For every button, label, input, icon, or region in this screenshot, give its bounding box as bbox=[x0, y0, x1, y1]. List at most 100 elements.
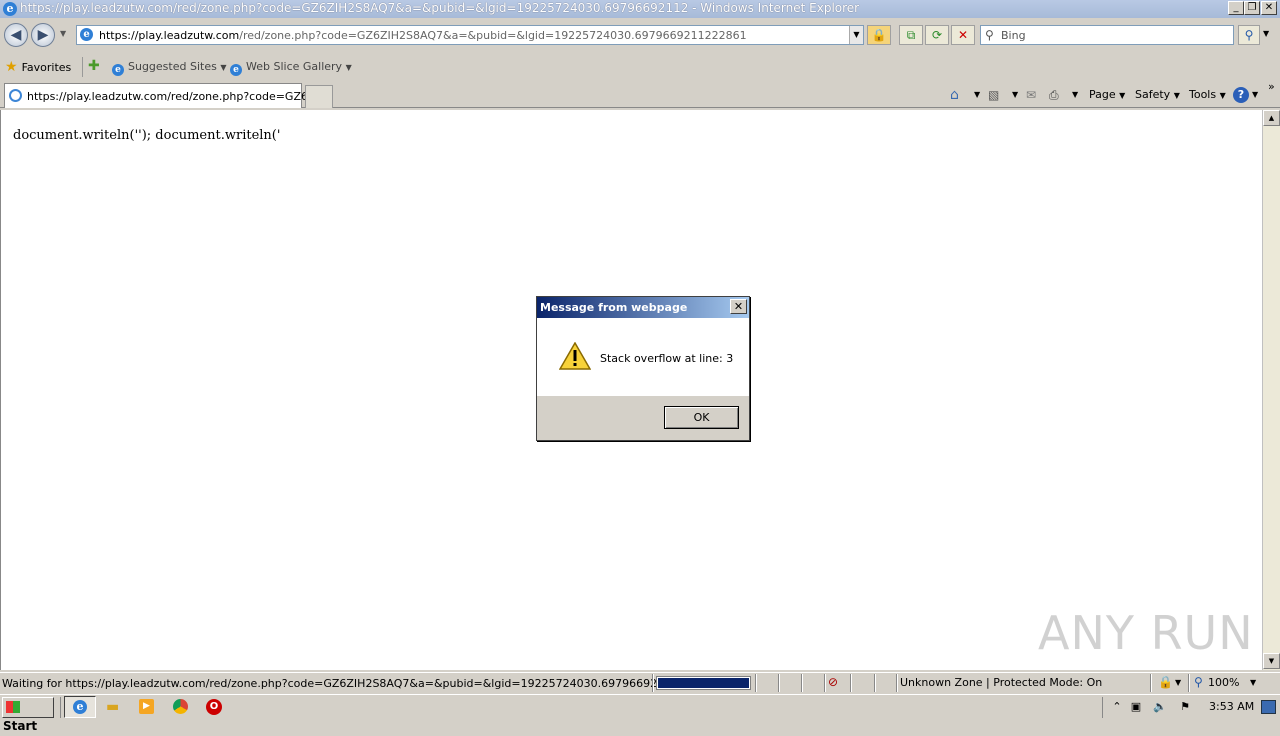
read-mail-icon[interactable]: ✉ bbox=[1026, 87, 1036, 103]
status-separator bbox=[896, 674, 897, 692]
back-button[interactable]: ◀ bbox=[4, 23, 28, 47]
media-player-icon[interactable]: ▶ bbox=[139, 699, 154, 714]
page-text: document.writeln(''); document.writeln(' bbox=[13, 128, 281, 143]
status-separator bbox=[652, 674, 653, 692]
status-separator bbox=[874, 674, 875, 692]
taskbar bbox=[0, 694, 1280, 720]
status-separator bbox=[850, 674, 851, 692]
suggested-sites-label: Suggested Sites bbox=[128, 60, 217, 73]
chrome-icon[interactable] bbox=[173, 699, 188, 714]
action-center-flag-icon[interactable]: ⚑ bbox=[1178, 700, 1192, 714]
show-hidden-icons-icon[interactable]: ⌃ bbox=[1110, 700, 1124, 714]
more-commands-icon[interactable]: » bbox=[1268, 80, 1275, 93]
recent-pages-dropdown-icon[interactable]: ▼ bbox=[60, 29, 66, 38]
search-input[interactable]: ⚲ Bing bbox=[980, 25, 1234, 45]
forward-arrow-icon: ▶ bbox=[37, 27, 49, 43]
dialog-close-button[interactable]: ✕ bbox=[730, 299, 747, 314]
windows-logo-icon bbox=[6, 701, 20, 713]
favorites-label: Favorites bbox=[21, 61, 72, 74]
security-zone[interactable]: Unknown Zone | Protected Mode: On bbox=[900, 676, 1102, 689]
star-icon: ★ bbox=[5, 59, 18, 75]
zoom-dropdown-icon[interactable]: ▼ bbox=[1250, 678, 1256, 687]
chevron-down-icon: ▼ bbox=[1173, 91, 1180, 100]
warning-icon bbox=[559, 342, 591, 370]
compatibility-view-icon[interactable]: ⧉ bbox=[899, 25, 923, 45]
vertical-scrollbar[interactable]: ▲ ▼ bbox=[1262, 110, 1280, 670]
status-separator bbox=[1150, 674, 1151, 692]
favorites-separator bbox=[82, 57, 83, 77]
close-icon: ✕ bbox=[733, 300, 744, 313]
opera-icon[interactable]: O bbox=[206, 699, 222, 715]
suggested-sites-link[interactable]: e Suggested Sites ▼ bbox=[112, 59, 226, 76]
popup-blocked-icon[interactable]: ⊘ bbox=[828, 675, 838, 689]
favorites-button[interactable]: ★ Favorites bbox=[5, 59, 71, 75]
page-ie-icon: e bbox=[80, 28, 93, 41]
new-tab-button[interactable] bbox=[305, 85, 333, 108]
status-text: Waiting for https://play.leadzutw.com/re… bbox=[2, 677, 724, 690]
address-host: https://play.leadzutw.com bbox=[99, 29, 240, 42]
zoom-icon[interactable]: ⚲ bbox=[1194, 675, 1203, 689]
search-icon: ⚲ bbox=[1244, 28, 1254, 42]
address-dropdown-icon[interactable]: ▼ bbox=[849, 26, 863, 44]
stop-icon[interactable]: ✕ bbox=[951, 25, 975, 45]
feeds-icon[interactable]: ▧ bbox=[988, 87, 999, 103]
web-slice-icon: e bbox=[230, 64, 242, 76]
lock-icon[interactable]: 🔒 bbox=[867, 25, 891, 45]
status-separator bbox=[801, 674, 802, 692]
search-provider-icon: ⚲ bbox=[985, 28, 994, 42]
dialog-title-bar: Message from webpage ✕ bbox=[537, 297, 749, 318]
status-separator bbox=[755, 674, 756, 692]
chevron-down-icon: ▼ bbox=[345, 63, 352, 72]
dialog-body: Stack overflow at line: 3 bbox=[537, 318, 749, 396]
protected-mode-icon[interactable]: 🔒 bbox=[1158, 675, 1173, 689]
page-menu-label: Page bbox=[1089, 88, 1116, 101]
chevron-down-icon: ▼ bbox=[1119, 91, 1126, 100]
maximize-button[interactable]: ❐ bbox=[1244, 1, 1260, 15]
print-dropdown-icon[interactable]: ▼ bbox=[1072, 87, 1078, 103]
ok-button[interactable]: OK bbox=[664, 406, 739, 429]
tab-current[interactable]: https://play.leadzutw.com/red/zone.php?c… bbox=[4, 83, 326, 108]
window-title: https://play.leadzutw.com/red/zone.php?c… bbox=[20, 1, 860, 15]
address-path: /red/zone.php?code=GZ6ZIH2S8AQ7&a=&pubid… bbox=[239, 29, 747, 42]
close-window-button[interactable]: ✕ bbox=[1261, 1, 1277, 15]
web-slice-gallery-link[interactable]: e Web Slice Gallery ▼ bbox=[230, 59, 352, 76]
page-menu[interactable]: Page ▼ bbox=[1089, 87, 1125, 103]
ie-logo-icon: e bbox=[3, 2, 17, 16]
address-input[interactable]: e https://play.leadzutw.com/red/zone.php… bbox=[76, 25, 864, 45]
safety-menu[interactable]: Safety ▼ bbox=[1135, 87, 1180, 103]
dialog-title: Message from webpage bbox=[540, 301, 688, 314]
show-desktop-icon[interactable] bbox=[1261, 700, 1276, 714]
suggested-sites-icon: e bbox=[112, 64, 124, 76]
protected-mode-dropdown-icon[interactable]: ▼ bbox=[1175, 678, 1181, 687]
help-dropdown-icon[interactable]: ▼ bbox=[1252, 87, 1258, 103]
add-favorite-icon[interactable]: ✚ bbox=[88, 58, 100, 74]
scroll-up-icon[interactable]: ▲ bbox=[1263, 110, 1280, 126]
feeds-dropdown-icon[interactable]: ▼ bbox=[1012, 87, 1018, 103]
help-icon[interactable]: ? bbox=[1233, 87, 1249, 103]
taskbar-ie-button[interactable]: e bbox=[64, 696, 96, 718]
ie-taskbar-icon: e bbox=[73, 700, 87, 714]
web-slice-gallery-label: Web Slice Gallery bbox=[246, 60, 343, 73]
anyrun-watermark: ANY RUN bbox=[1038, 606, 1254, 660]
forward-button[interactable]: ▶ bbox=[31, 23, 55, 47]
volume-icon[interactable]: 🔈 bbox=[1153, 700, 1167, 714]
progress-bar bbox=[656, 676, 751, 690]
status-separator bbox=[1188, 674, 1189, 692]
start-button[interactable]: Start bbox=[2, 697, 54, 733]
taskbar-clock[interactable]: 3:53 AM bbox=[1209, 700, 1254, 713]
scroll-down-icon[interactable]: ▼ bbox=[1263, 653, 1280, 669]
search-button[interactable]: ⚲ bbox=[1238, 25, 1260, 45]
home-dropdown-icon[interactable]: ▼ bbox=[974, 87, 980, 103]
network-icon[interactable]: ▣ bbox=[1129, 700, 1143, 714]
print-icon[interactable]: ⎙ bbox=[1049, 87, 1059, 103]
tray-separator bbox=[1102, 697, 1103, 718]
home-icon[interactable]: ⌂ bbox=[950, 87, 959, 103]
tools-menu[interactable]: Tools ▼ bbox=[1189, 87, 1226, 103]
status-separator bbox=[824, 674, 825, 692]
minimize-button[interactable]: _ bbox=[1228, 1, 1244, 15]
search-placeholder: Bing bbox=[1001, 29, 1026, 42]
explorer-folder-icon[interactable]: ▬ bbox=[106, 699, 119, 715]
refresh-icon[interactable]: ⟳ bbox=[925, 25, 949, 45]
search-options-dropdown-icon[interactable]: ▼ bbox=[1263, 29, 1269, 38]
zoom-level[interactable]: 100% bbox=[1208, 676, 1239, 689]
